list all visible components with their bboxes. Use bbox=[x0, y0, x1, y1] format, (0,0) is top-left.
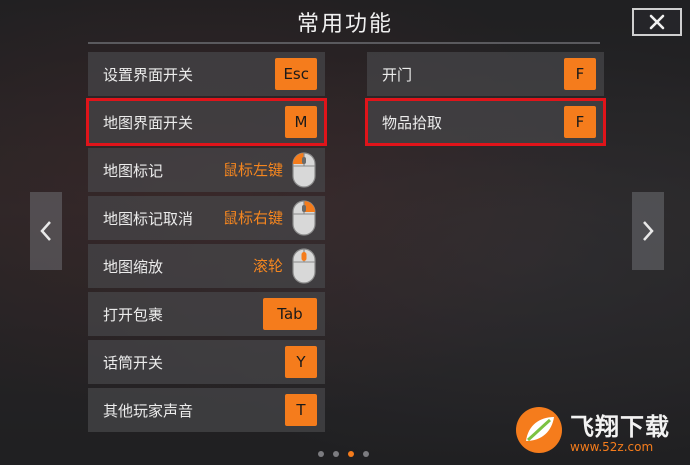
keybind-row-open-door[interactable]: 开门 F bbox=[367, 52, 604, 96]
key-badge[interactable]: Tab bbox=[263, 298, 317, 330]
watermark-url: www.52z.com bbox=[570, 439, 654, 454]
keybind-row-player-voice[interactable]: 其他玩家声音 T bbox=[88, 388, 325, 432]
next-page-button[interactable] bbox=[632, 192, 664, 270]
chevron-left-icon bbox=[40, 221, 51, 241]
right-keybind-column: 开门 F 物品拾取 F bbox=[365, 52, 606, 148]
key-badge[interactable]: F bbox=[564, 58, 596, 90]
keybind-row-map-unmark[interactable]: 地图标记取消 鼠标右键 bbox=[88, 196, 325, 240]
chevron-right-icon bbox=[643, 221, 654, 241]
mouse-binding-text: 鼠标左键 bbox=[222, 161, 283, 179]
mouse-binding-text: 鼠标右键 bbox=[222, 209, 283, 227]
key-badge[interactable]: Y bbox=[285, 346, 317, 378]
title-divider bbox=[88, 42, 600, 44]
page-dot[interactable] bbox=[318, 451, 324, 457]
mouse-binding-text: 滚轮 bbox=[252, 257, 283, 275]
close-button[interactable] bbox=[632, 8, 682, 36]
keybind-row-inventory[interactable]: 打开包裹 Tab bbox=[88, 292, 325, 336]
keybind-row-pickup[interactable]: 物品拾取 F bbox=[365, 98, 606, 146]
leaf-logo-icon bbox=[516, 407, 562, 453]
key-badge[interactable]: Esc bbox=[275, 58, 317, 90]
page-dot[interactable] bbox=[363, 451, 369, 457]
key-badge[interactable]: F bbox=[564, 106, 596, 138]
close-icon bbox=[649, 14, 665, 30]
panel-title: 常用功能 bbox=[296, 12, 393, 37]
mouse-left-click-icon bbox=[292, 152, 316, 188]
mouse-right-click-icon bbox=[292, 200, 316, 236]
key-badge[interactable]: M bbox=[285, 106, 317, 138]
page-dot[interactable] bbox=[333, 451, 339, 457]
prev-page-button[interactable] bbox=[30, 192, 62, 270]
keybind-row-map-mark[interactable]: 地图标记 鼠标左键 bbox=[88, 148, 325, 192]
key-badge[interactable]: T bbox=[285, 394, 317, 426]
page-dot-active[interactable] bbox=[348, 451, 354, 457]
keybind-row-map-zoom[interactable]: 地图缩放 滚轮 bbox=[88, 244, 325, 288]
pagination-dots bbox=[318, 451, 369, 457]
left-keybind-column: 设置界面开关 Esc 地图界面开关 M 地图标记 鼠标左键 地图标记取消 鼠标右… bbox=[86, 52, 327, 436]
mouse-wheel-icon bbox=[292, 248, 316, 284]
keybind-row-mic[interactable]: 话筒开关 Y bbox=[88, 340, 325, 384]
site-watermark: 飞翔下载 www.52z.com bbox=[514, 405, 670, 455]
keybind-row-settings[interactable]: 设置界面开关 Esc bbox=[88, 52, 325, 96]
watermark-title: 飞翔下载 bbox=[570, 412, 670, 441]
keybind-row-map[interactable]: 地图界面开关 M bbox=[86, 98, 327, 146]
